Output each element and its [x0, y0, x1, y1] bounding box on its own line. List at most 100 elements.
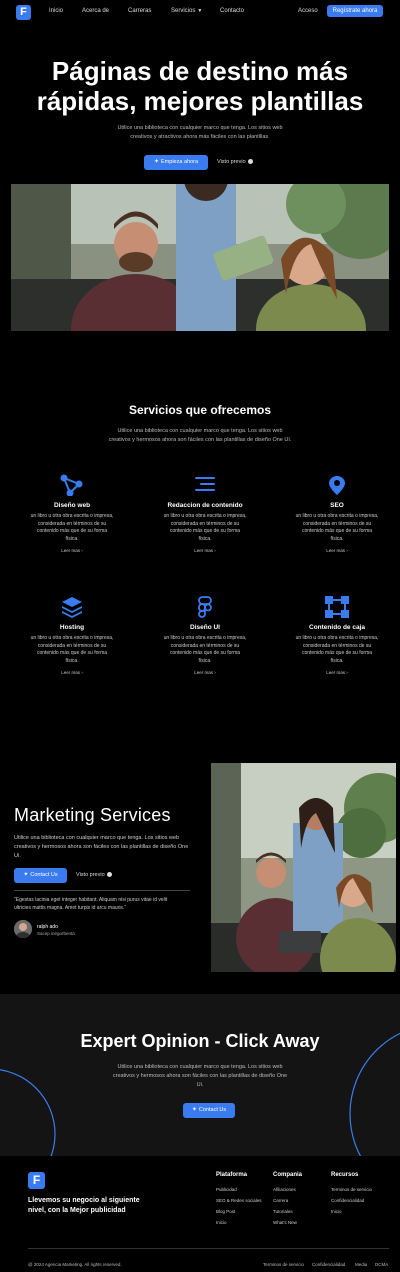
read-more-label: Leer mas	[194, 548, 213, 553]
play-icon	[247, 159, 253, 165]
service-description: un libro u otra obra escrita o impresa, …	[163, 635, 247, 664]
read-more-link[interactable]: Leer mas ›	[22, 548, 122, 553]
sparkle-icon: ✦	[153, 159, 160, 165]
read-more-link[interactable]: Leer mas ›	[287, 670, 387, 675]
service-card-ui-design: Diseño UI un libro u otra obra escrita o…	[155, 596, 255, 675]
footer-legal-link[interactable]: DCMA	[375, 1262, 388, 1267]
footer-link[interactable]: Publicidad	[216, 1184, 262, 1195]
nav-link-inicio[interactable]: Inicio	[49, 8, 63, 14]
chevron-right-icon: ›	[81, 670, 83, 675]
chevron-down-icon: ▼	[197, 8, 203, 14]
service-description: un libro u otra obra escrita o impresa, …	[295, 513, 379, 542]
nav-link-servicios[interactable]: Servicios ▼	[171, 8, 202, 14]
top-navbar: F Inicio Acerca de Carreras Servicios ▼ C…	[0, 0, 400, 26]
footer-legal-link[interactable]: Confidencialidad	[312, 1262, 345, 1267]
expert-subtitle: Utilice una biblioteca con cualquier mar…	[112, 1064, 288, 1088]
service-title: Diseño UI	[190, 624, 220, 631]
read-more-label: Leer mas	[194, 670, 213, 675]
service-title: Hosting	[59, 624, 85, 631]
read-more-link[interactable]: Leer mas ›	[22, 670, 122, 675]
marketing-title: Marketing Services	[14, 805, 171, 825]
layers-icon	[22, 596, 122, 618]
expert-contact-label: Contact Us	[198, 1107, 227, 1113]
service-description: un libro u otra obra escrita o impresa, …	[30, 635, 114, 664]
testimonial-quote: "Egestas lacinia eget integer habitant. …	[14, 897, 168, 911]
nav-link-acerca[interactable]: Acerca de	[82, 8, 109, 14]
nav-link-contacto[interactable]: Contacto	[220, 8, 244, 14]
service-card-hosting: Hosting un libro u otra obra escrita o i…	[22, 596, 122, 675]
nav-servicios-label: Servicios	[171, 8, 196, 14]
footer-legal-link[interactable]: Media	[355, 1262, 367, 1267]
contact-us-label: Contact Us	[30, 872, 58, 878]
footer-link[interactable]: Inicio	[216, 1217, 262, 1228]
footer-link[interactable]: Carrera	[273, 1195, 302, 1206]
footer-column-resources: Recursos Terminos de servicio Confidenci…	[331, 1172, 372, 1217]
service-card-box-content: Contenido de caja un libro u otra obra e…	[287, 596, 387, 675]
footer-link[interactable]: Afiliaciones	[273, 1184, 302, 1195]
location-pin-icon	[287, 474, 387, 496]
footer-column-company: Compania Afiliaciones Carrera Tutoriales…	[273, 1172, 302, 1228]
footer-logo-letter: F	[32, 1173, 41, 1187]
read-more-label: Leer mas	[326, 548, 345, 553]
logo-letter: F	[20, 6, 27, 18]
brand-logo[interactable]: F	[16, 5, 31, 20]
play-icon	[106, 872, 112, 878]
service-description: un libro u otra obra escrita o impresa, …	[30, 513, 114, 542]
expert-title: Expert Opinion - Click Away	[80, 1031, 320, 1051]
service-card-content-writing: Redaccion de contenido un libro u otra o…	[155, 474, 255, 553]
sparkle-icon: ✦	[23, 872, 29, 878]
footer-link[interactable]: Blog Post	[216, 1206, 262, 1217]
share-nodes-icon	[22, 474, 122, 497]
marketing-preview-link[interactable]: Visto previo	[76, 872, 112, 878]
chevron-right-icon: ›	[346, 670, 348, 675]
footer-link[interactable]: What's New	[273, 1217, 302, 1228]
vector-box-icon	[287, 596, 387, 618]
text-align-icon	[155, 474, 255, 496]
author-role: Sacep inegorbenta	[37, 931, 75, 936]
marketing-subtitle: Utilice una biblioteca con cualquier mar…	[14, 835, 189, 859]
hero-preview-link[interactable]: Visto previo	[217, 159, 253, 165]
marketing-team-photo	[211, 763, 396, 972]
expert-contact-button[interactable]: ✦ Contact Us	[183, 1103, 235, 1118]
start-now-button[interactable]: ✦ Empieza ahora	[144, 155, 208, 170]
hero-title-line1: Páginas de destino más	[51, 56, 349, 86]
footer-heading: Compania	[273, 1172, 303, 1178]
footer-divider	[28, 1248, 389, 1249]
login-link[interactable]: Acceso	[298, 8, 318, 14]
read-more-link[interactable]: Leer mas ›	[287, 548, 387, 553]
read-more-link[interactable]: Leer mas ›	[155, 548, 255, 553]
service-description: un libro u otra obra escrita o impresa, …	[163, 513, 247, 542]
contact-us-button[interactable]: ✦ Contact Us	[14, 868, 67, 883]
footer-heading: Recursos	[331, 1172, 359, 1178]
hero-title-line2: rápidas, mejores plantillas	[36, 86, 364, 116]
read-more-label: Leer mas	[61, 548, 80, 553]
chevron-right-icon: ›	[81, 548, 83, 553]
footer-link[interactable]: Confidencialidad	[331, 1195, 372, 1206]
read-more-link[interactable]: Leer mas ›	[155, 670, 255, 675]
service-card-web-design: Diseño web un libro u otra obra escrita …	[22, 474, 122, 553]
footer-link[interactable]: Tutoriales	[273, 1206, 302, 1217]
sparkle-icon: ✦	[191, 1107, 197, 1113]
hero-title: Páginas de destino más rápidas, mejores …	[0, 56, 400, 116]
footer-logo[interactable]: F	[28, 1172, 45, 1189]
chevron-right-icon: ›	[214, 548, 216, 553]
chevron-right-icon: ›	[214, 670, 216, 675]
chevron-right-icon: ›	[346, 548, 348, 553]
footer-tagline: Llevemos su negocio al siguiente nivel, …	[28, 1197, 140, 1214]
service-title: SEO	[330, 502, 344, 509]
marketing-preview-label: Visto previo	[76, 872, 105, 878]
read-more-label: Leer mas	[61, 670, 80, 675]
footer-link[interactable]: SEO & Redes sociales	[216, 1195, 262, 1206]
nav-link-carreras[interactable]: Carreras	[128, 8, 151, 14]
divider	[14, 890, 190, 891]
footer-legal-link[interactable]: Terminos de servicio	[263, 1262, 304, 1267]
service-title: Redaccion de contenido	[167, 502, 243, 509]
footer-heading: Plataforma	[216, 1172, 248, 1178]
read-more-label: Leer mas	[326, 670, 345, 675]
hero-subtitle: Utilice una biblioteca con cualquier mar…	[117, 125, 283, 140]
register-button[interactable]: Regístrate ahora	[327, 5, 383, 17]
author-name: ralph ado	[37, 924, 58, 930]
service-description: un libro u otra obra escrita o impresa, …	[295, 635, 379, 664]
footer-link[interactable]: Inicio	[331, 1206, 372, 1217]
footer-link[interactable]: Terminos de servicio	[331, 1184, 372, 1195]
